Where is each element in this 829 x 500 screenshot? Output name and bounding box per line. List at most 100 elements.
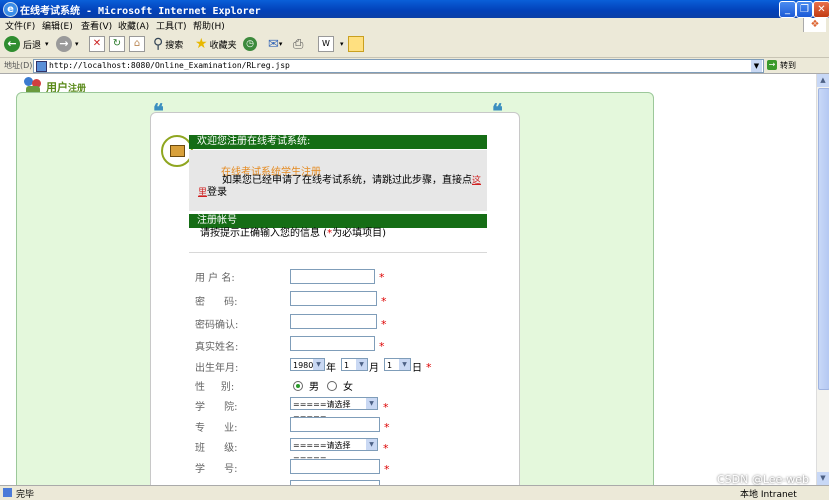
page-status-icon [3, 488, 12, 497]
favorites-icon: ★ [195, 36, 208, 52]
student-id-input[interactable] [290, 459, 380, 474]
welcome-bar: 欢迎您注册在线考试系统: [189, 135, 487, 149]
realname-input[interactable] [290, 336, 375, 351]
go-arrow-icon: → [767, 60, 777, 70]
required-mark: * [379, 271, 385, 284]
chevron-down-icon: ▾ [278, 40, 283, 48]
menu-bar: 文件(F) 编辑(E) 查看(V) 收藏(A) 工具(T) 帮助(H) ❖ [0, 18, 829, 33]
menu-favorites[interactable]: 收藏(A) [118, 19, 149, 32]
page-icon [36, 61, 47, 72]
refresh-button[interactable]: ↻ [109, 35, 125, 53]
search-button[interactable]: ⚲ 搜索 [153, 35, 183, 53]
go-button[interactable]: → 转到 [767, 59, 827, 71]
confirm-password-label: 密码确认: [195, 320, 239, 331]
college-select[interactable]: =====请选择=====▼ [290, 397, 378, 422]
zone-text: 本地 Intranet [740, 490, 797, 500]
close-button[interactable]: ✕ [813, 1, 829, 18]
right-quote-icon: ❝ [492, 99, 503, 123]
favorites-button[interactable]: ★ 收藏夹 [195, 35, 237, 53]
gender-male-radio[interactable] [293, 381, 303, 391]
messenger-button[interactable] [348, 35, 364, 53]
student-id-label: 学 号: [195, 464, 238, 475]
maximize-button[interactable]: ❐ [796, 1, 813, 18]
required-mark: * [426, 361, 432, 374]
stop-button[interactable]: ✕ [89, 35, 105, 53]
print-button[interactable]: ⎙ [293, 35, 303, 53]
major-input[interactable] [290, 417, 380, 432]
chevron-down-icon: ▼ [366, 398, 377, 409]
confirm-password-input[interactable] [290, 314, 377, 329]
scroll-down-icon[interactable]: ▼ [817, 472, 829, 485]
menu-edit[interactable]: 编辑(E) [42, 19, 73, 32]
scroll-thumb[interactable] [818, 88, 829, 390]
password-label: 密 码: [195, 297, 238, 308]
menu-view[interactable]: 查看(V) [81, 19, 112, 32]
required-mark: * [381, 295, 387, 308]
gender-label: 性 别: [195, 382, 235, 393]
menu-help[interactable]: 帮助(H) [193, 19, 225, 32]
back-label: 后退 [23, 40, 42, 51]
required-mark: * [383, 442, 389, 455]
title-bar: e 在线考试系统 - Microsoft Internet Explorer _… [0, 0, 829, 18]
required-hint: 请按提示正确输入您的信息 (*为必填项目) [200, 228, 386, 239]
chevron-down-icon: ▾ [75, 40, 79, 48]
address-input[interactable]: http://localhost:8080/Online_Examination… [33, 59, 764, 73]
username-label: 用 户 名: [195, 273, 235, 284]
birth-month-select[interactable]: 1 ▼ [341, 358, 368, 371]
vertical-scrollbar[interactable]: ▲ ▼ [816, 74, 829, 485]
gender-male-label: 男 [309, 382, 319, 393]
folder-icon [348, 36, 364, 52]
go-label: 转到 [780, 60, 796, 70]
edit-button[interactable]: W ▾ [318, 35, 344, 53]
users-icon [24, 77, 44, 93]
section-title-bar: 注册帐号 [189, 214, 487, 228]
address-url: http://localhost:8080/Online_Examination… [49, 61, 290, 70]
major-label: 专 业: [195, 423, 238, 434]
chevron-down-icon: ▼ [399, 359, 410, 370]
password-input[interactable] [290, 291, 377, 306]
required-mark: * [384, 463, 390, 476]
chevron-down-icon: ▼ [313, 359, 324, 370]
history-button[interactable]: ◷ [243, 35, 257, 53]
chevron-down-icon[interactable]: ▼ [751, 60, 762, 72]
mail-button[interactable]: ✉ ▾ [268, 35, 282, 53]
window-title: 在线考试系统 - Microsoft Internet Explorer [20, 6, 261, 17]
class-select[interactable]: =====请选择=====▼ [290, 438, 378, 463]
chevron-down-icon: ▾ [340, 40, 344, 48]
birth-day-select[interactable]: 1 ▼ [384, 358, 411, 371]
history-icon: ◷ [243, 37, 257, 51]
edit-icon: W [318, 36, 334, 52]
birth-year-select[interactable]: 1980 ▼ [290, 358, 325, 371]
month-unit: 月 [369, 363, 379, 374]
chevron-down-icon: ▼ [356, 359, 367, 370]
windows-logo-icon: ❖ [803, 18, 826, 32]
search-icon: ⚲ [153, 36, 164, 52]
gender-female-radio[interactable] [327, 381, 337, 391]
chevron-down-icon: ▾ [45, 40, 49, 48]
home-button[interactable]: ⌂ [129, 35, 145, 53]
minimize-button[interactable]: _ [779, 1, 796, 18]
print-icon: ⎙ [293, 36, 304, 52]
mail-icon: ✉ [268, 36, 279, 52]
forward-button[interactable]: → ▾ [56, 35, 79, 53]
menu-tools[interactable]: 工具(T) [156, 19, 187, 32]
scroll-up-icon[interactable]: ▲ [817, 74, 829, 87]
menu-file[interactable]: 文件(F) [5, 19, 35, 32]
username-input[interactable] [290, 269, 375, 284]
ie-icon: e [3, 2, 18, 17]
toolbar: ← 后退 ▾ → ▾ ✕ ↻ ⌂ ⚲ 搜索 ★ 收藏夹 ◷ ✉ ▾ ⎙ W ▾ [0, 32, 829, 58]
search-label: 搜索 [165, 40, 184, 51]
status-text: 完毕 [16, 490, 35, 500]
home-icon: ⌂ [129, 36, 145, 52]
info-text: 如果您已经申请了在线考试系统，请跳过此步骤，直接点这里登录 [198, 175, 482, 198]
back-icon: ← [4, 36, 20, 52]
favorites-label: 收藏夹 [209, 40, 237, 51]
required-mark: * [379, 340, 385, 353]
left-quote-icon: ❝ [153, 99, 164, 123]
required-mark: * [381, 318, 387, 331]
birth-label: 出生年月: [195, 363, 239, 374]
class-label: 班 级: [195, 443, 238, 454]
watermark: CSDN @Lee-web [717, 473, 810, 486]
back-button[interactable]: ← 后退 ▾ [4, 35, 49, 53]
chevron-down-icon: ▼ [366, 439, 377, 450]
